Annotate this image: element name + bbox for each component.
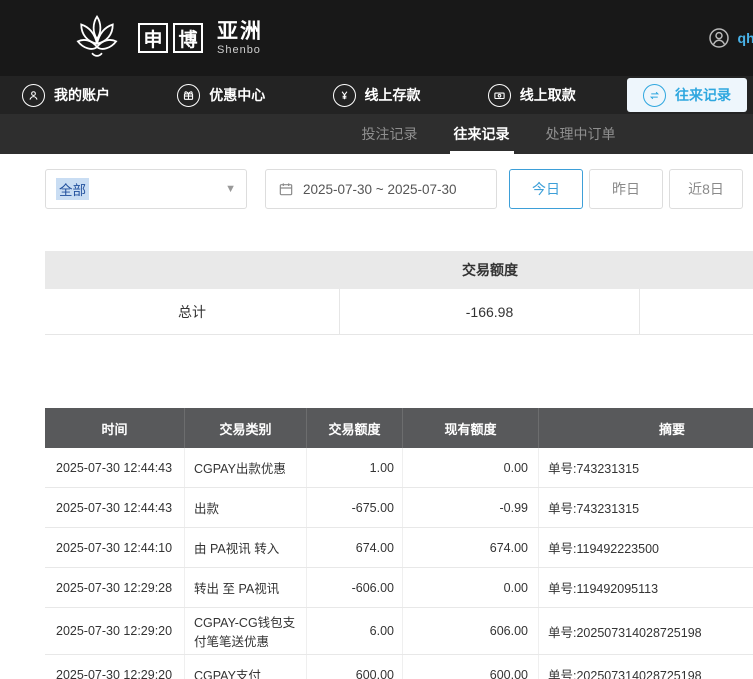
nav-label: 我的账户 [54,87,110,103]
tab-bet-records[interactable]: 投注记录 [344,114,436,154]
records-table: 时间 交易类别 交易额度 现有额度 摘要 2025-07-30 12:44:43… [45,408,753,679]
cell-memo: 单号:202507314028725198 [548,669,702,679]
cell-memo: 单号:119492095113 [548,582,659,596]
cell-type: CGPAY支付 [185,655,307,679]
col-time: 时间 [45,408,185,448]
col-type: 交易类别 [185,408,307,448]
cell-amount: -606.00 [307,568,403,607]
table-row: 2025-07-30 12:29:20 CGPAY支付 600.00 600.0… [45,655,753,679]
table-row: 2025-07-30 12:44:43 出款 -675.00 -0.99 单号:… [45,488,753,528]
summary-header-amount: 交易额度 [462,262,518,278]
nav-item-promo-center[interactable]: 优惠中心 [161,76,281,114]
brand-char-1: 申 [138,23,168,53]
last-8-days-button[interactable]: 近8日 [669,169,743,209]
cell-time: 2025-07-30 12:44:10 [45,528,185,567]
username: qhhv [737,30,753,46]
date-range-input[interactable]: 2025-07-30 ~ 2025-07-30 [265,169,497,209]
tab-transaction-records[interactable]: 往来记录 [436,114,528,154]
cell-balance: 600.00 [403,655,539,679]
chevron-down-icon: ▼ [225,183,236,195]
yesterday-button[interactable]: 昨日 [589,169,663,209]
brand-char-2: 博 [173,23,203,53]
nav-label: 优惠中心 [209,87,266,103]
nav-item-transaction-records[interactable]: 往来记录 [627,78,747,112]
cell-memo: 单号:743231315 [548,462,640,476]
nav-item-online-withdraw[interactable]: 线上取款 [472,76,592,114]
main-nav: 我的账户 优惠中心 线上存款 线上取款 往来记录 [0,76,753,114]
withdraw-icon [487,83,511,107]
type-select[interactable]: 全部 ▼ [45,169,247,209]
cell-type: CGPAY-CG钱包支付笔笔送优惠 [185,608,307,654]
nav-label: 往来记录 [675,87,731,103]
brand-header: 申 博 亚洲 Shenbo qhhv [0,0,753,76]
table-header-row: 时间 交易类别 交易额度 现有额度 摘要 [45,408,753,448]
table-row: 2025-07-30 12:44:10 由 PA视讯 转入 674.00 674… [45,528,753,568]
cell-amount: -675.00 [307,488,403,527]
cell-time: 2025-07-30 12:29:20 [45,655,185,679]
cell-amount: 600.00 [307,655,403,679]
user-account-link[interactable]: qhhv [707,26,753,50]
table-row: 2025-07-30 12:29:28 转出 至 PA视讯 -606.00 0.… [45,568,753,608]
summary-table: 交易额度 总计 -166.98 [45,251,753,335]
nav-label: 线上存款 [364,87,421,103]
records-icon [643,83,666,107]
nav-item-online-deposit[interactable]: 线上存款 [317,76,437,114]
user-circle-icon [707,26,731,50]
cell-balance: -0.99 [403,488,539,527]
cell-type: 由 PA视讯 转入 [185,528,307,567]
deposit-icon [332,83,356,107]
flower-icon [70,11,124,65]
cell-balance: 0.00 [403,448,539,487]
summary-total-label: 总计 [45,289,340,334]
cell-balance: 0.00 [403,568,539,607]
cell-amount: 6.00 [307,608,403,654]
table-row: 2025-07-30 12:29:20 CGPAY-CG钱包支付笔笔送优惠 6.… [45,608,753,655]
brand-subtitle: Shenbo [217,43,261,56]
today-button[interactable]: 今日 [509,169,583,209]
cell-time: 2025-07-30 12:44:43 [45,448,185,487]
cell-balance: 674.00 [403,528,539,567]
summary-total-row: 总计 -166.98 [45,289,753,335]
date-range-value: 2025-07-30 ~ 2025-07-30 [303,181,457,197]
table-row: 2025-07-30 12:44:43 CGPAY出款优惠 1.00 0.00 … [45,448,753,488]
cell-time: 2025-07-30 12:44:43 [45,488,185,527]
cell-balance: 606.00 [403,608,539,654]
brand-name-boxes: 申 博 [138,23,203,53]
col-memo: 摘要 [658,421,685,437]
cell-type: 转出 至 PA视讯 [185,568,307,607]
cell-time: 2025-07-30 12:29:28 [45,568,185,607]
calendar-icon [278,181,294,197]
cell-amount: 1.00 [307,448,403,487]
filter-bar: 全部 ▼ 2025-07-30 ~ 2025-07-30 今日 昨日 近8日 [0,154,753,209]
nav-item-my-account[interactable]: 我的账户 [6,76,126,114]
nav-label: 线上取款 [519,87,576,103]
cell-type: 出款 [185,488,307,527]
quick-date-buttons: 今日 昨日 近8日 [509,169,743,209]
sub-nav: 投注记录 往来记录 处理中订单 [0,114,753,154]
brand-region: 亚洲 [217,20,263,44]
cell-memo: 单号:202507314028725198 [548,625,702,640]
summary-header-row: 交易额度 [45,251,753,289]
promo-icon [177,83,201,107]
tab-pending-orders[interactable]: 处理中订单 [528,114,634,154]
cell-time: 2025-07-30 12:29:20 [45,608,185,654]
cell-memo: 单号:743231315 [548,502,640,516]
type-select-value: 全部 [56,178,89,200]
cell-memo: 单号:119492223500 [548,542,659,556]
col-balance: 现有额度 [403,408,539,448]
account-icon [22,83,45,107]
cell-type: CGPAY出款优惠 [185,448,307,487]
cell-amount: 674.00 [307,528,403,567]
col-amount: 交易额度 [307,408,403,448]
brand-logo: 申 博 亚洲 Shenbo [70,11,263,65]
summary-total-value: -166.98 [340,289,640,334]
